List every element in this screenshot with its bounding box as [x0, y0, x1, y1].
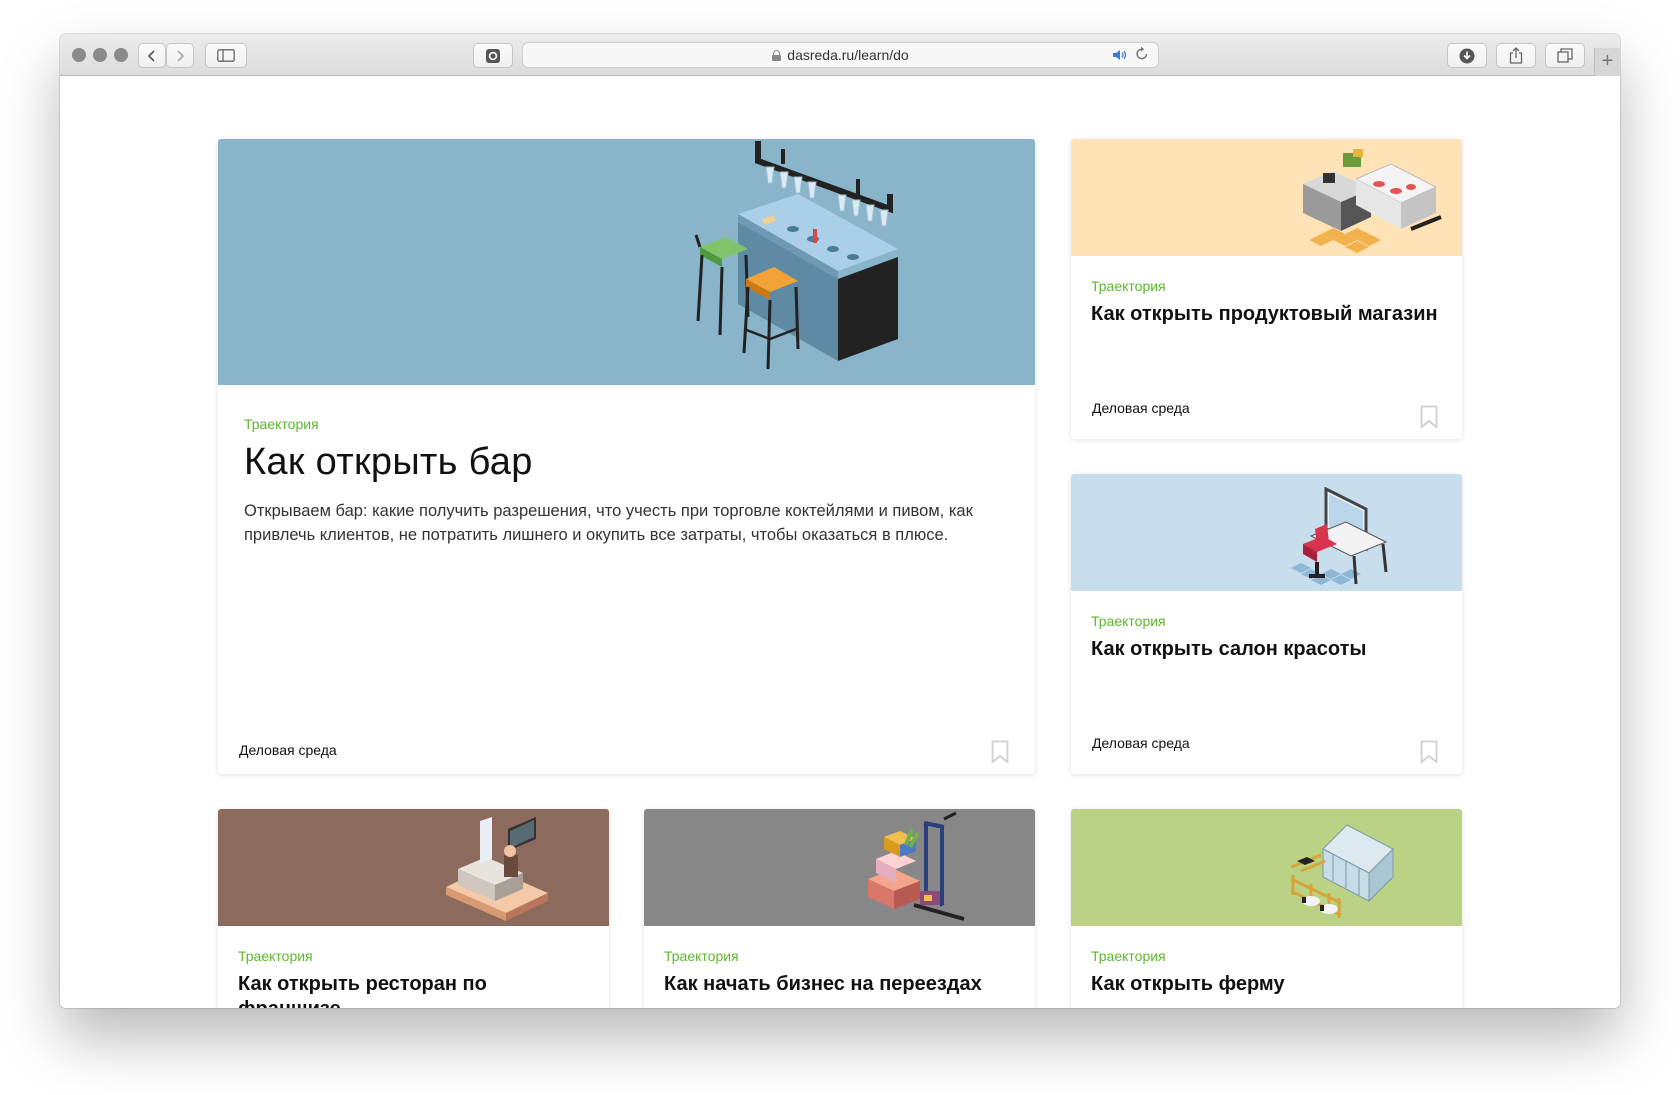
tabs-icon — [1557, 48, 1573, 63]
share-icon — [1509, 47, 1523, 64]
chevron-left-icon — [147, 49, 155, 62]
card-moving[interactable]: Траектория Как начать бизнес на переезда… — [644, 809, 1035, 1008]
sidebar-toggle-button[interactable] — [205, 43, 247, 68]
card-description: Открываем бар: какие получить разрешения… — [244, 502, 973, 544]
card-tag: Траектория — [1091, 948, 1166, 964]
bar-counter-icon — [218, 139, 1035, 385]
new-tab-button[interactable]: + — [1594, 48, 1620, 76]
bookmark-icon[interactable] — [1420, 405, 1438, 429]
reload-icon[interactable] — [1135, 46, 1149, 65]
card-farm[interactable]: Траектория Как открыть ферму — [1071, 809, 1462, 1008]
card-title[interactable]: Как начать бизнес на переездах — [664, 972, 1014, 997]
download-icon — [1459, 48, 1475, 63]
card-title[interactable]: Как открыть салон красоты — [1091, 637, 1441, 662]
url-text: dasreda.ru/learn/do — [787, 47, 909, 63]
greenhouse-farm-icon — [1071, 809, 1462, 926]
card-title[interactable]: Как открыть бар — [244, 441, 533, 484]
forward-button[interactable] — [166, 43, 194, 68]
card-tag: Траектория — [1091, 613, 1166, 629]
back-button[interactable] — [138, 43, 166, 68]
card-banner — [218, 139, 1035, 385]
card-source: Деловая среда — [1092, 735, 1190, 751]
card-banner — [1071, 139, 1462, 256]
address-bar[interactable]: dasreda.ru/learn/do — [522, 42, 1159, 68]
browser-toolbar: dasreda.ru/learn/do + — [60, 34, 1620, 76]
zoom-window-button[interactable] — [114, 48, 128, 62]
salon-chair-icon — [1071, 474, 1462, 591]
card-grocery[interactable]: Траектория Как открыть продуктовый магаз… — [1071, 139, 1462, 439]
card-title[interactable]: Как открыть продуктовый магазин — [1091, 302, 1441, 327]
lock-icon — [772, 49, 782, 61]
card-tag: Траектория — [244, 416, 319, 432]
minimize-window-button[interactable] — [93, 48, 107, 62]
share-button[interactable] — [1496, 43, 1536, 68]
card-tag: Траектория — [664, 948, 739, 964]
downloads-button[interactable] — [1447, 43, 1487, 68]
sidebar-icon — [217, 49, 235, 62]
card-salon[interactable]: Траектория Как открыть салон красоты Дел… — [1071, 474, 1462, 774]
restaurant-kiosk-icon — [218, 809, 609, 926]
card-source: Деловая среда — [1092, 400, 1190, 416]
bookmark-icon[interactable] — [991, 740, 1009, 764]
grocery-counter-icon — [1071, 139, 1462, 256]
card-tag: Траектория — [1091, 278, 1166, 294]
card-banner — [1071, 474, 1462, 591]
speaker-icon[interactable] — [1112, 48, 1128, 65]
page-content: Траектория Как открыть бар Открываем бар… — [60, 77, 1620, 1008]
bookmark-icon[interactable] — [1420, 740, 1438, 764]
card-title[interactable]: Как открыть ферму — [1091, 972, 1441, 997]
card-bar[interactable]: Траектория Как открыть бар Открываем бар… — [218, 139, 1035, 774]
screenshot-extension-button[interactable] — [473, 43, 513, 68]
moving-cart-icon — [644, 809, 1035, 926]
browser-window: dasreda.ru/learn/do + Траектория Как отк… — [60, 34, 1620, 1008]
card-source: Деловая среда — [239, 742, 337, 758]
camera-shutter-icon — [486, 48, 500, 63]
card-banner — [644, 809, 1035, 926]
card-banner — [218, 809, 609, 926]
tabs-overview-button[interactable] — [1545, 43, 1585, 68]
card-tag: Траектория — [238, 948, 313, 964]
card-title[interactable]: Как открыть ресторан по франшизе — [238, 972, 588, 1008]
card-restaurant[interactable]: Траектория Как открыть ресторан по франш… — [218, 809, 609, 1008]
card-banner — [1071, 809, 1462, 926]
chevron-right-icon — [177, 49, 185, 62]
close-window-button[interactable] — [72, 48, 86, 62]
